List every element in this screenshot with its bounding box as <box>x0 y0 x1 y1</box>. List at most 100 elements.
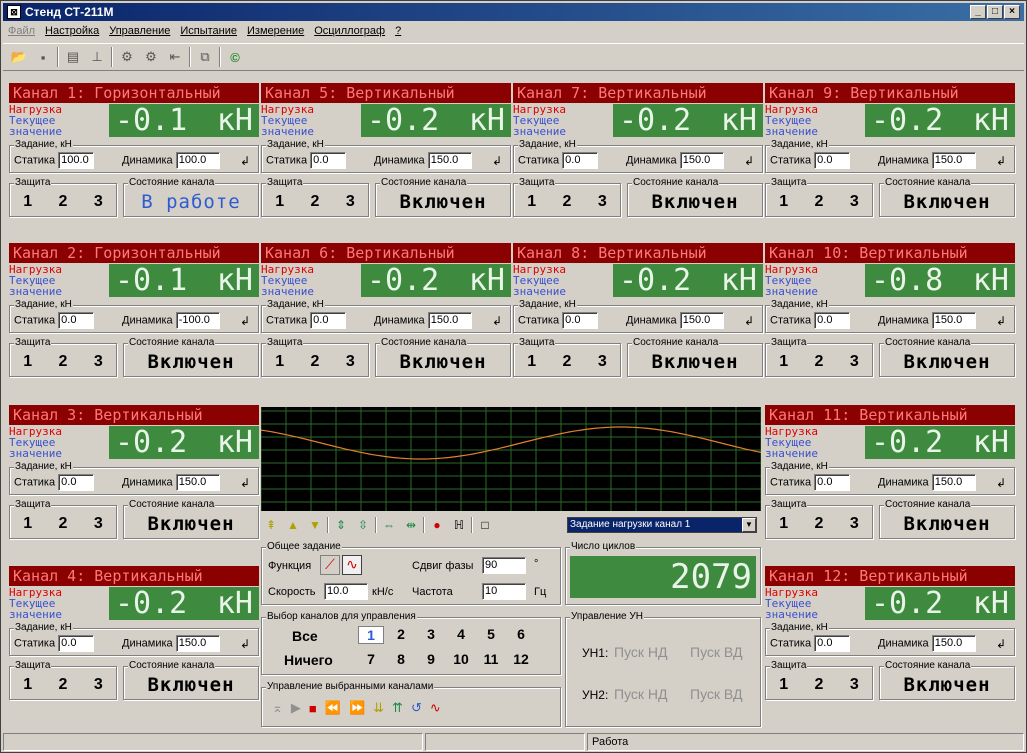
enter-icon[interactable]: ↲ <box>996 476 1006 490</box>
menu-file[interactable]: Файл <box>3 25 40 37</box>
channel-state[interactable]: Включен <box>628 191 762 213</box>
static-input[interactable]: 0.0 <box>310 152 347 169</box>
protection-2[interactable]: 2 <box>311 193 320 211</box>
enter-icon[interactable]: ↲ <box>240 154 250 168</box>
exit-icon[interactable]: ⇤ <box>165 47 185 67</box>
protection-3[interactable]: 3 <box>850 515 859 533</box>
phase-input[interactable]: 90 <box>482 557 526 574</box>
list-icon[interactable]: ▤ <box>63 47 83 67</box>
channel-select-2[interactable]: 2 <box>388 626 414 644</box>
channel-select-12[interactable]: 12 <box>508 651 534 667</box>
dynamic-input[interactable]: 150.0 <box>931 635 976 652</box>
gear-icon[interactable]: ⚙ <box>117 47 137 67</box>
protection-1[interactable]: 1 <box>779 676 788 694</box>
rewind-icon[interactable]: ⏪ <box>325 700 341 716</box>
protection-2[interactable]: 2 <box>59 193 68 211</box>
protection-2[interactable]: 2 <box>815 353 824 371</box>
protection-1[interactable]: 1 <box>527 193 536 211</box>
close-button[interactable]: × <box>1004 5 1020 19</box>
static-input[interactable]: 0.0 <box>562 152 599 169</box>
menu-settings[interactable]: Настройка <box>40 25 104 37</box>
protection-1[interactable]: 1 <box>23 353 32 371</box>
protection-1[interactable]: 1 <box>779 193 788 211</box>
static-input[interactable]: 0.0 <box>814 474 851 491</box>
chevron-down-icon[interactable]: ▼ <box>742 518 756 532</box>
enter-icon[interactable]: ↲ <box>744 154 754 168</box>
gears-icon[interactable]: ⚙ <box>141 47 161 67</box>
dynamic-input[interactable]: 150.0 <box>175 635 220 652</box>
protection-2[interactable]: 2 <box>815 515 824 533</box>
static-input[interactable]: 0.0 <box>58 474 95 491</box>
open-icon[interactable]: 📂 <box>9 47 29 67</box>
channel-select-6[interactable]: 6 <box>508 626 534 644</box>
protection-3[interactable]: 3 <box>850 353 859 371</box>
copyright-icon[interactable]: © <box>225 47 245 67</box>
channel-state[interactable]: Включен <box>124 513 258 535</box>
zoom-x-in-icon[interactable]: ⇔ <box>379 518 399 532</box>
dynamic-input[interactable]: -100.0 <box>175 312 220 329</box>
dynamic-input[interactable]: 150.0 <box>427 152 472 169</box>
play-icon[interactable]: ▶ <box>291 700 301 716</box>
channel-select-10[interactable]: 10 <box>448 651 474 667</box>
protection-2[interactable]: 2 <box>59 515 68 533</box>
record-icon[interactable]: ● <box>427 518 447 532</box>
protection-3[interactable]: 3 <box>598 193 607 211</box>
channel-state[interactable]: Включен <box>628 351 762 373</box>
protection-3[interactable]: 3 <box>94 353 103 371</box>
channel-select-11[interactable]: 11 <box>478 651 504 667</box>
channel-select[interactable]: Задание нагрузки канал 1 ▼ <box>567 517 757 533</box>
dynamic-input[interactable]: 150.0 <box>679 152 724 169</box>
un2-start-vd-button[interactable]: Пуск ВД <box>690 686 742 702</box>
channel-state[interactable]: Включен <box>880 674 1014 696</box>
dynamic-input[interactable]: 150.0 <box>931 312 976 329</box>
static-input[interactable]: 0.0 <box>814 312 851 329</box>
protection-3[interactable]: 3 <box>346 353 355 371</box>
protection-3[interactable]: 3 <box>94 676 103 694</box>
up-double-icon[interactable]: ⇈ <box>392 700 403 716</box>
settings-icon[interactable]: ℍ <box>449 518 469 532</box>
channel-select-9[interactable]: 9 <box>418 651 444 667</box>
select-all-button[interactable]: Все <box>292 628 318 644</box>
protection-2[interactable]: 2 <box>815 193 824 211</box>
enter-icon[interactable]: ↲ <box>240 314 250 328</box>
channel-state[interactable]: Включен <box>124 351 258 373</box>
menu-test[interactable]: Испытание <box>175 25 242 37</box>
channel-select-7[interactable]: 7 <box>358 651 384 667</box>
dynamic-input[interactable]: 150.0 <box>931 152 976 169</box>
channel-select-1[interactable]: 1 <box>358 626 384 644</box>
protection-2[interactable]: 2 <box>59 353 68 371</box>
protection-3[interactable]: 3 <box>850 193 859 211</box>
zoom-x-out-icon[interactable]: ⇹ <box>401 518 421 532</box>
window-icon[interactable]: □ <box>475 518 495 532</box>
menu-measure[interactable]: Измерение <box>242 25 309 37</box>
un1-start-vd-button[interactable]: Пуск ВД <box>690 644 742 660</box>
channel-state[interactable]: В работе <box>124 191 258 213</box>
enter-icon[interactable]: ↲ <box>492 314 502 328</box>
minimize-button[interactable]: _ <box>970 5 986 19</box>
channel-state[interactable]: Включен <box>124 674 258 696</box>
un2-start-nd-button[interactable]: Пуск НД <box>614 686 668 702</box>
stop-icon[interactable]: ■ <box>309 701 317 716</box>
frequency-input[interactable]: 10 <box>482 583 526 600</box>
down-double-icon[interactable]: ⇊ <box>373 700 384 716</box>
reset-icon[interactable]: ↺ <box>411 700 422 716</box>
static-input[interactable]: 0.0 <box>814 152 851 169</box>
shift-down-icon[interactable]: ▼ <box>305 518 325 532</box>
channel-state[interactable]: Включен <box>880 513 1014 535</box>
static-input[interactable]: 0.0 <box>58 312 95 329</box>
wave-icon[interactable]: ∿ <box>430 700 441 716</box>
enter-icon[interactable]: ↲ <box>996 314 1006 328</box>
dynamic-input[interactable]: 100.0 <box>175 152 220 169</box>
shift-up-icon[interactable]: ▲ <box>283 518 303 532</box>
select-none-button[interactable]: Ничего <box>284 652 333 668</box>
protection-2[interactable]: 2 <box>563 353 572 371</box>
channel-state[interactable]: Включен <box>376 351 510 373</box>
static-input[interactable]: 0.0 <box>58 635 95 652</box>
protection-2[interactable]: 2 <box>563 193 572 211</box>
channel-select-3[interactable]: 3 <box>418 626 444 644</box>
enter-icon[interactable]: ↲ <box>492 154 502 168</box>
export-icon[interactable]: ⧉ <box>195 47 215 67</box>
channel-state[interactable]: Включен <box>880 351 1014 373</box>
protection-1[interactable]: 1 <box>23 193 32 211</box>
maximize-button[interactable]: □ <box>987 5 1003 19</box>
